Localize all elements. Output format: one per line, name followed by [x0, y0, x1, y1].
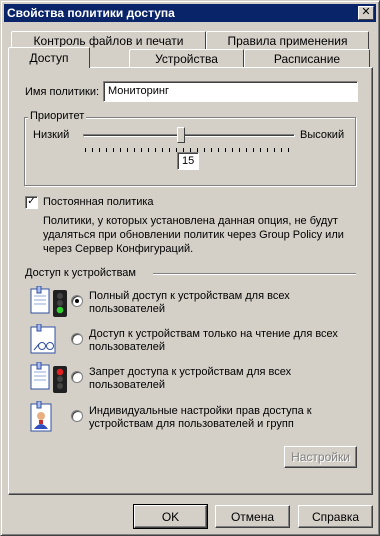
- deny-access-option-label: Запрет доступа к устройствам для всех по…: [89, 366, 291, 392]
- policy-name-label: Имя политики:: [25, 86, 100, 98]
- priority-high-label: Высокий: [300, 129, 345, 141]
- priority-low-label: Низкий: [33, 129, 70, 141]
- full-access-option-label: Полный доступ к устройствам для всех пол…: [89, 290, 290, 316]
- read-only-option-label: Доступ к устройствам только на чтение дл…: [89, 328, 338, 354]
- description-line: Политики, у которых установлена данная о…: [43, 215, 338, 227]
- policy-name-input[interactable]: Мониторинг: [103, 81, 358, 102]
- tab-label: Устройства: [155, 52, 218, 66]
- option-text-line: Полный доступ к устройствам для всех: [89, 290, 290, 302]
- description-line: удаляться при обновлении политик через G…: [43, 229, 344, 241]
- priority-slider-thumb[interactable]: [177, 127, 185, 143]
- option-text-line: пользователей: [89, 303, 165, 315]
- option-text-line: Доступ к устройствам только на чтение дл…: [89, 328, 338, 340]
- tab-apply-rules[interactable]: Правила применения: [206, 31, 369, 49]
- deny-access-radio[interactable]: [71, 371, 83, 383]
- ok-button[interactable]: OK: [133, 504, 208, 529]
- priority-group-label: Приоритет: [28, 110, 87, 122]
- option-text-line: устройствам для пользователей и групп: [89, 418, 294, 430]
- option-text-line: пользователей: [89, 379, 165, 391]
- tab-label: Доступ: [29, 51, 69, 65]
- device-access-section-label: Доступ к устройствам: [25, 267, 136, 279]
- priority-value-input[interactable]: 15: [177, 152, 199, 170]
- cancel-button[interactable]: Отмена: [215, 505, 290, 528]
- device-access-separator: [153, 273, 356, 275]
- option-text-line: пользователей: [89, 341, 165, 353]
- window-title: Свойства политики доступа: [7, 6, 175, 20]
- tab-schedule[interactable]: Расписание: [244, 49, 370, 67]
- persistent-policy-description: Политики, у которых установлена данная о…: [43, 214, 344, 256]
- close-icon: ✕: [361, 6, 371, 18]
- persistent-policy-checkbox[interactable]: ✓: [25, 196, 38, 209]
- tab-label: Контроль файлов и печати: [33, 34, 184, 48]
- option-text-line: Индивидуальные настройки прав доступа к: [89, 405, 312, 417]
- priority-slider-track[interactable]: [83, 134, 295, 137]
- tab-label: Расписание: [273, 52, 341, 66]
- individual-settings-option-label: Индивидуальные настройки прав доступа к …: [89, 405, 312, 431]
- policy-dialog: Свойства политики доступа ✕ Контроль фай…: [0, 0, 380, 536]
- description-line: через Сервер Конфигураций.: [43, 243, 194, 255]
- settings-button[interactable]: Настройки: [284, 446, 357, 468]
- full-access-radio[interactable]: [71, 295, 83, 307]
- checkmark-icon: ✓: [27, 196, 36, 207]
- persistent-policy-label: Постоянная политика: [43, 196, 154, 208]
- option-text-line: Запрет доступа к устройствам для всех: [89, 366, 292, 378]
- close-button[interactable]: ✕: [358, 6, 374, 20]
- tab-devices[interactable]: Устройства: [129, 49, 244, 67]
- tab-access[interactable]: Доступ: [8, 47, 90, 68]
- access-tab-panel: Имя политики: Мониторинг Приоритет Низки…: [8, 67, 373, 495]
- individual-settings-radio[interactable]: [71, 410, 83, 422]
- title-bar: Свойства политики доступа ✕: [4, 4, 376, 22]
- tab-label: Правила применения: [227, 34, 348, 48]
- help-button[interactable]: Справка: [298, 505, 373, 528]
- read-only-radio[interactable]: [71, 333, 83, 345]
